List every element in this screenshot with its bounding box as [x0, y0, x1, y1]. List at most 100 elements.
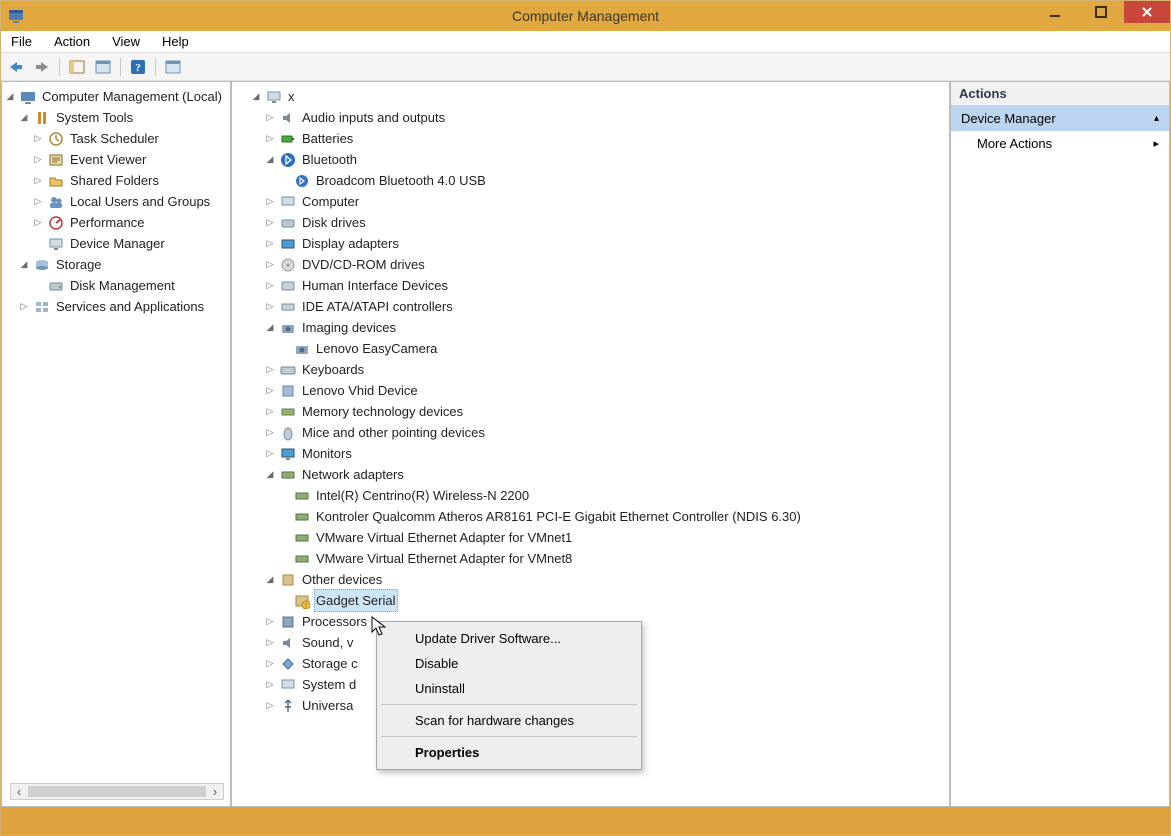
- expand-icon[interactable]: ▷: [264, 280, 276, 292]
- expand-icon[interactable]: ▷: [264, 112, 276, 124]
- collapse-icon[interactable]: ◢: [264, 469, 276, 481]
- device-gadget-serial[interactable]: ▷!Gadget Serial: [250, 590, 947, 611]
- device-bluetooth-child[interactable]: ▷Broadcom Bluetooth 4.0 USB: [250, 170, 947, 191]
- collapse-icon[interactable]: ◢: [250, 91, 262, 103]
- collapse-icon[interactable]: ◢: [264, 322, 276, 334]
- tree-services[interactable]: ▷ Services and Applications: [4, 296, 228, 317]
- expand-icon[interactable]: ▷: [32, 133, 44, 145]
- device-lenovo-vhid[interactable]: ▷Lenovo Vhid Device: [250, 380, 947, 401]
- device-other[interactable]: ◢Other devices: [250, 569, 947, 590]
- device-imaging[interactable]: ◢Imaging devices: [250, 317, 947, 338]
- actions-more-actions[interactable]: More Actions ▸: [951, 131, 1169, 156]
- back-button[interactable]: [5, 56, 27, 78]
- expand-icon[interactable]: ▷: [32, 217, 44, 229]
- device-bluetooth[interactable]: ◢Bluetooth: [250, 149, 947, 170]
- expand-icon[interactable]: ▷: [264, 364, 276, 376]
- network-adapter-icon: [294, 509, 310, 525]
- context-update-driver[interactable]: Update Driver Software...: [377, 626, 641, 651]
- menu-view[interactable]: View: [108, 32, 144, 51]
- device-batteries[interactable]: ▷Batteries: [250, 128, 947, 149]
- device-net3[interactable]: ▷VMware Virtual Ethernet Adapter for VMn…: [250, 527, 947, 548]
- help-button[interactable]: ?: [127, 56, 149, 78]
- expand-icon[interactable]: ▷: [264, 238, 276, 250]
- device-net2[interactable]: ▷Kontroler Qualcomm Atheros AR8161 PCI-E…: [250, 506, 947, 527]
- context-uninstall[interactable]: Uninstall: [377, 676, 641, 701]
- collapse-icon[interactable]: ◢: [264, 154, 276, 166]
- context-menu[interactable]: Update Driver Software... Disable Uninst…: [376, 621, 642, 770]
- expand-icon[interactable]: ▷: [264, 616, 276, 628]
- scroll-left-button[interactable]: ‹: [11, 784, 27, 799]
- expand-icon[interactable]: ▷: [264, 217, 276, 229]
- expand-icon[interactable]: ▷: [264, 448, 276, 460]
- device-dvd[interactable]: ▷DVD/CD-ROM drives: [250, 254, 947, 275]
- context-disable[interactable]: Disable: [377, 651, 641, 676]
- collapse-icon[interactable]: ◢: [4, 91, 16, 103]
- tree-event-viewer[interactable]: ▷ Event Viewer: [4, 149, 228, 170]
- collapse-icon[interactable]: ◢: [264, 574, 276, 586]
- tree-system-tools[interactable]: ◢ System Tools: [4, 107, 228, 128]
- tree-local-users[interactable]: ▷ Local Users and Groups: [4, 191, 228, 212]
- device-computer[interactable]: ▷Computer: [250, 191, 947, 212]
- device-imaging-child[interactable]: ▷Lenovo EasyCamera: [250, 338, 947, 359]
- expand-icon[interactable]: ▷: [264, 658, 276, 670]
- tree-performance[interactable]: ▷ Performance: [4, 212, 228, 233]
- device-display-adapters[interactable]: ▷Display adapters: [250, 233, 947, 254]
- expand-icon[interactable]: ▷: [264, 406, 276, 418]
- expand-icon[interactable]: ▷: [264, 679, 276, 691]
- console-tree[interactable]: ◢ Computer Management (Local) ◢ System T…: [2, 82, 230, 321]
- expand-icon[interactable]: ▷: [32, 196, 44, 208]
- refresh-button[interactable]: [162, 56, 184, 78]
- maximize-button[interactable]: [1078, 1, 1124, 23]
- forward-button[interactable]: [31, 56, 53, 78]
- expand-icon[interactable]: ▷: [264, 700, 276, 712]
- expand-icon[interactable]: ▷: [264, 133, 276, 145]
- show-hide-tree-button[interactable]: [66, 56, 88, 78]
- device-hid[interactable]: ▷Human Interface Devices: [250, 275, 947, 296]
- collapse-icon[interactable]: ◢: [18, 259, 30, 271]
- menu-action[interactable]: Action: [50, 32, 94, 51]
- device-net1[interactable]: ▷Intel(R) Centrino(R) Wireless-N 2200: [250, 485, 947, 506]
- expand-icon[interactable]: ▷: [32, 175, 44, 187]
- scroll-right-button[interactable]: ›: [207, 784, 223, 799]
- device-root[interactable]: ◢ x: [250, 86, 947, 107]
- properties-button[interactable]: [92, 56, 114, 78]
- device-mice[interactable]: ▷Mice and other pointing devices: [250, 422, 947, 443]
- scroll-thumb[interactable]: [28, 786, 206, 797]
- device-monitors[interactable]: ▷Monitors: [250, 443, 947, 464]
- device-ide[interactable]: ▷IDE ATA/ATAPI controllers: [250, 296, 947, 317]
- close-button[interactable]: [1124, 1, 1170, 23]
- tree-shared-folders[interactable]: ▷ Shared Folders: [4, 170, 228, 191]
- device-disk-drives[interactable]: ▷Disk drives: [250, 212, 947, 233]
- expand-icon[interactable]: ▷: [264, 427, 276, 439]
- tree-root-computer-management[interactable]: ◢ Computer Management (Local): [4, 86, 228, 107]
- tree-label: VMware Virtual Ethernet Adapter for VMne…: [314, 548, 574, 569]
- context-scan-hardware[interactable]: Scan for hardware changes: [377, 708, 641, 733]
- device-keyboards[interactable]: ▷Keyboards: [250, 359, 947, 380]
- tree-disk-management[interactable]: ▷ Disk Management: [4, 275, 228, 296]
- device-memtech[interactable]: ▷Memory technology devices: [250, 401, 947, 422]
- device-net4[interactable]: ▷VMware Virtual Ethernet Adapter for VMn…: [250, 548, 947, 569]
- tree-device-manager[interactable]: ▷ Device Manager: [4, 233, 228, 254]
- title-bar[interactable]: Computer Management: [1, 1, 1170, 31]
- expand-icon[interactable]: ▷: [32, 154, 44, 166]
- hid-icon: [280, 278, 296, 294]
- menu-help[interactable]: Help: [158, 32, 193, 51]
- expand-icon[interactable]: ▷: [264, 259, 276, 271]
- menu-file[interactable]: File: [7, 32, 36, 51]
- expand-icon[interactable]: ▷: [264, 196, 276, 208]
- battery-icon: [280, 131, 296, 147]
- device-audio[interactable]: ▷Audio inputs and outputs: [250, 107, 947, 128]
- tree-storage[interactable]: ◢ Storage: [4, 254, 228, 275]
- collapse-icon[interactable]: ◢: [18, 112, 30, 124]
- device-network[interactable]: ◢Network adapters: [250, 464, 947, 485]
- horizontal-scrollbar[interactable]: ‹ ›: [10, 783, 224, 800]
- expand-icon[interactable]: ▷: [18, 301, 30, 313]
- expand-icon[interactable]: ▷: [264, 637, 276, 649]
- actions-panel: Actions Device Manager ▴ More Actions ▸: [950, 81, 1170, 807]
- actions-current-node[interactable]: Device Manager ▴: [951, 106, 1169, 131]
- minimize-button[interactable]: [1032, 1, 1078, 23]
- tree-task-scheduler[interactable]: ▷ Task Scheduler: [4, 128, 228, 149]
- expand-icon[interactable]: ▷: [264, 301, 276, 313]
- context-properties[interactable]: Properties: [377, 740, 641, 765]
- expand-icon[interactable]: ▷: [264, 385, 276, 397]
